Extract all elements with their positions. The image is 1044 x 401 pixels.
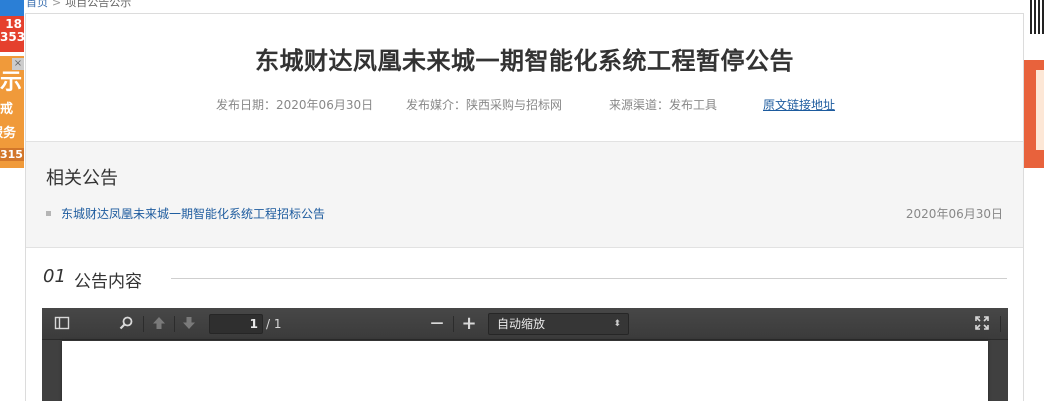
- source-channel: 来源渠道：发布工具: [609, 96, 717, 113]
- breadcrumb-current: 项目公告公示: [65, 0, 132, 9]
- article-frame: 东城财达凤凰未来城一期智能化系统工程暂停公告 发布日期：2020年06月30日 …: [25, 13, 1024, 401]
- publish-media-label: 发布媒介：: [406, 98, 467, 112]
- publish-date: 发布日期：2020年06月30日: [216, 96, 373, 113]
- section-divider: [171, 278, 1007, 279]
- select-arrows-icon: ⬍: [613, 319, 621, 329]
- pdf-page[interactable]: [62, 341, 988, 401]
- source-channel-label: 来源渠道：: [609, 98, 670, 112]
- publish-media: 发布媒介：陕西采购与招标网: [406, 96, 562, 113]
- section-title: 公告内容: [74, 272, 142, 292]
- ad-close-icon[interactable]: ×: [12, 58, 24, 70]
- toolbar-separator: [174, 316, 175, 332]
- zoom-select[interactable]: 自动缩放 ⬍: [488, 313, 629, 335]
- page-title: 东城财达凤凰未来城一期智能化系统工程暂停公告: [255, 47, 794, 75]
- page-count: / 1: [266, 317, 282, 331]
- previous-page-icon[interactable]: [151, 315, 169, 333]
- right-ad-banner[interactable]: [1024, 60, 1044, 168]
- left-ad-blue-strip: [0, 0, 24, 16]
- pdf-toolbar: 1 / 1 — + 自动缩放 ⬍: [42, 308, 1008, 340]
- left-ad-line1: 18: [5, 17, 22, 31]
- toolbar-separator: [1000, 316, 1001, 332]
- zoom-out-button[interactable]: —: [428, 315, 446, 333]
- pdf-viewer: 1 / 1 — + 自动缩放 ⬍: [42, 308, 1008, 401]
- section-number: 01: [43, 266, 66, 287]
- list-bullet-icon: [46, 211, 51, 216]
- right-ad-image: [1036, 70, 1044, 150]
- left-ad-line2: 353: [0, 30, 24, 44]
- related-heading: 相关公告: [46, 168, 118, 189]
- left-ad-bottom-block[interactable]: 示 戒 服务 315: [0, 56, 24, 168]
- related-notice-link[interactable]: 东城财达凤凰未来城一期智能化系统工程招标公告: [61, 205, 325, 222]
- sidebar-toggle-icon[interactable]: [54, 315, 72, 333]
- search-icon[interactable]: [118, 315, 136, 333]
- breadcrumb: 首页 > 项目公告公示: [26, 0, 132, 9]
- related-notice-date: 2020年06月30日: [905, 207, 1003, 221]
- page-number-input[interactable]: 1: [209, 314, 263, 334]
- left-ad-line5: 315: [0, 148, 24, 161]
- left-ad-banner[interactable]: 18 353 示 戒 服务 315 ×: [0, 0, 24, 168]
- source-channel-value: 发布工具: [669, 98, 718, 112]
- left-ad-top-block[interactable]: 18 353: [0, 0, 24, 52]
- publish-date-value: 2020年06月30日: [276, 98, 374, 112]
- toolbar-separator: [143, 316, 144, 332]
- left-ad-line4: 服务: [0, 126, 17, 141]
- list-item: 东城财达凤凰未来城一期智能化系统工程招标公告 2020年06月30日: [46, 205, 1003, 223]
- zoom-in-button[interactable]: +: [460, 315, 478, 333]
- publish-media-value: 陕西采购与招标网: [466, 98, 563, 112]
- fullscreen-icon[interactable]: [974, 315, 992, 333]
- zoom-select-value: 自动缩放: [497, 317, 546, 331]
- toolbar-separator: [453, 316, 454, 332]
- breadcrumb-separator: >: [52, 0, 62, 9]
- left-ad-line3: 戒: [0, 102, 14, 117]
- publish-date-label: 发布日期：: [216, 98, 277, 112]
- next-page-icon[interactable]: [181, 315, 199, 333]
- qr-code-icon: [1030, 0, 1044, 34]
- section-header: 01 公告内容: [43, 266, 1007, 292]
- original-link[interactable]: 原文链接地址: [763, 96, 835, 113]
- pdf-gutter: [42, 341, 62, 401]
- page: 首页 >项目公告公示 18 353 示 戒 服务 315 × 东城财达凤凰未来城一…: [0, 0, 1044, 401]
- related-notices: 相关公告 东城财达凤凰未来城一期智能化系统工程招标公告 2020年06月30日: [26, 141, 1023, 248]
- breadcrumb-home[interactable]: 首页: [26, 0, 48, 9]
